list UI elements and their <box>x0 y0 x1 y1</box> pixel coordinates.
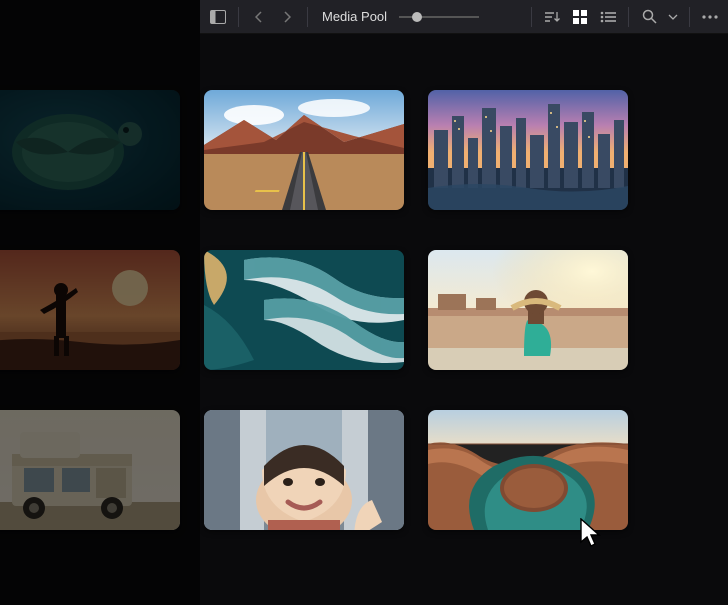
bin-title: Media Pool <box>322 9 387 24</box>
clip-thumbnail[interactable] <box>204 90 404 210</box>
sidebar-toggle-icon[interactable] <box>206 5 230 29</box>
media-pool-toolbar: Media Pool <box>200 0 728 34</box>
search-options-chevron-icon[interactable] <box>665 5 681 29</box>
clip-grid-area <box>0 0 728 605</box>
clip-thumbnail[interactable] <box>428 250 628 370</box>
clip-thumbnail[interactable] <box>0 90 180 210</box>
clip-thumbnail[interactable] <box>428 410 628 530</box>
clip-thumbnail[interactable] <box>0 250 180 370</box>
clip-thumbnail[interactable] <box>0 410 180 530</box>
thumbnail-view-icon[interactable] <box>568 5 592 29</box>
list-view-icon[interactable] <box>596 5 620 29</box>
options-menu-icon[interactable] <box>698 5 722 29</box>
clip-thumbnail[interactable] <box>204 410 404 530</box>
nav-back-button[interactable] <box>247 5 271 29</box>
thumbnail-size-slider[interactable] <box>399 16 479 18</box>
search-icon[interactable] <box>637 5 661 29</box>
clip-grid <box>0 90 728 540</box>
nav-forward-button[interactable] <box>275 5 299 29</box>
clip-thumbnail[interactable] <box>204 250 404 370</box>
sort-icon[interactable] <box>540 5 564 29</box>
clip-thumbnail[interactable] <box>428 90 628 210</box>
